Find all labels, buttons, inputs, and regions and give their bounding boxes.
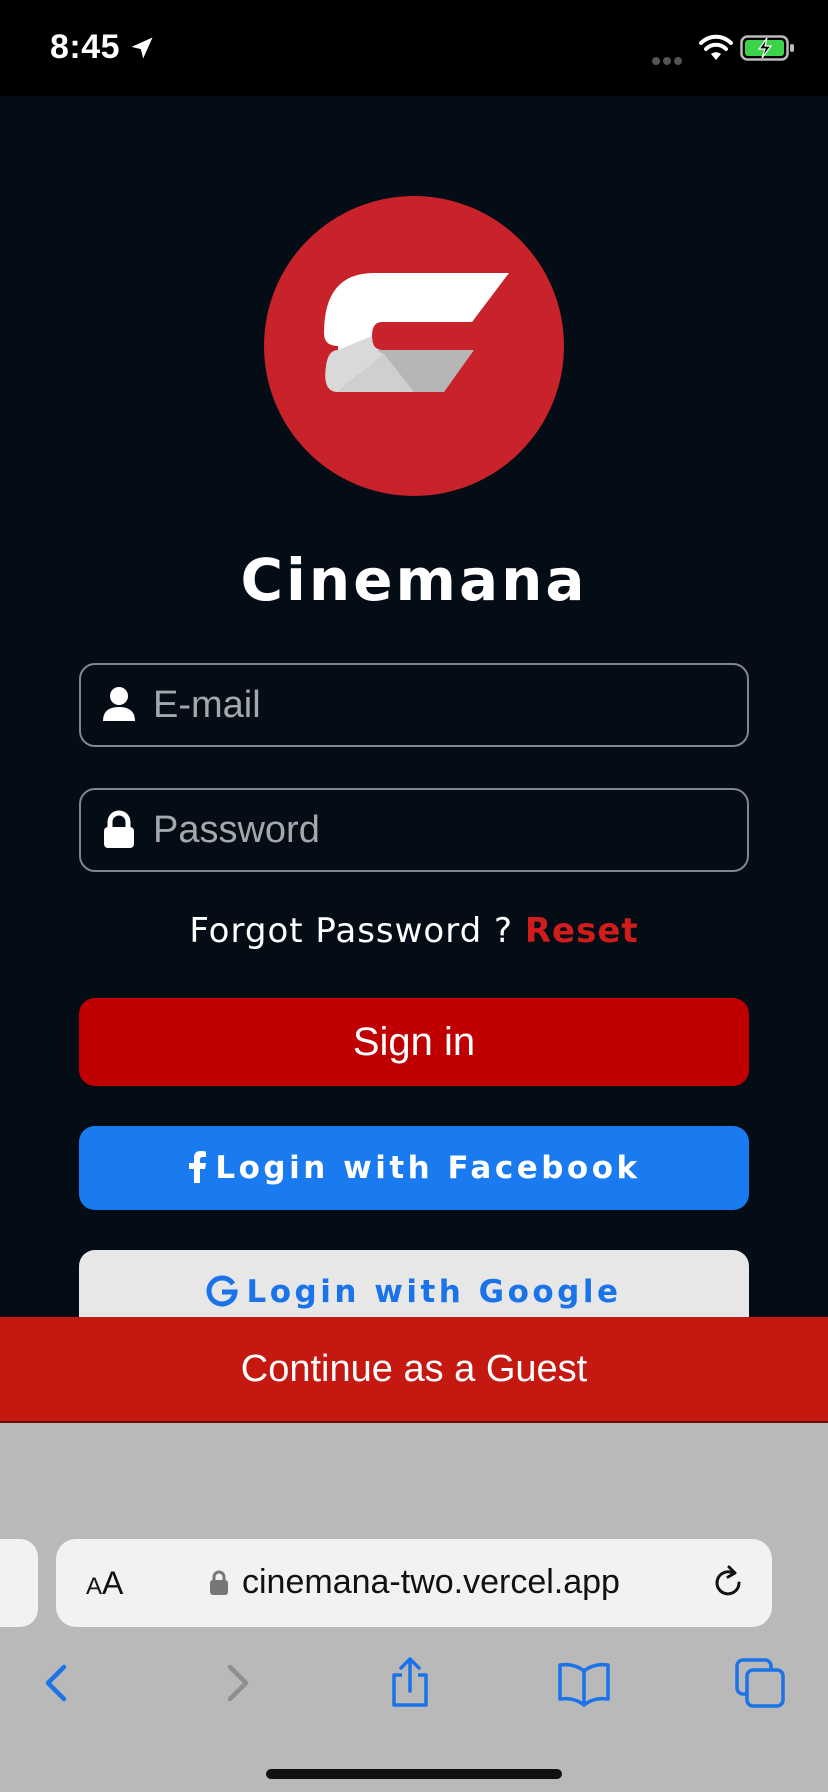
text-size-big-label: A <box>102 1565 124 1601</box>
facebook-icon <box>189 1150 207 1183</box>
brand-title: Cinemana <box>240 546 588 614</box>
continue-as-guest-button[interactable]: Continue as a Guest <box>0 1317 828 1421</box>
email-input[interactable] <box>153 665 733 745</box>
cinemana-logo-icon <box>264 196 564 496</box>
facebook-login-button[interactable]: Login with Facebook <box>79 1126 749 1210</box>
home-indicator[interactable] <box>266 1769 562 1779</box>
forgot-password-row: Forgot Password ? Reset <box>0 911 828 951</box>
login-screen: Cinemana Forgot Password ? Reset Sign in… <box>0 96 828 1413</box>
cellular-dots-icon <box>652 52 685 70</box>
wifi-icon <box>699 34 733 60</box>
forward-icon[interactable] <box>208 1655 264 1711</box>
password-input[interactable] <box>153 790 733 870</box>
lock-icon <box>210 1570 228 1595</box>
url-text: cinemana-two.vercel.app <box>242 1563 620 1601</box>
forgot-password-prompt: Forgot Password ? <box>189 911 514 951</box>
back-icon[interactable] <box>30 1655 86 1711</box>
browser-toolbar: AA cinemana-two.vercel.app <box>0 1423 828 1792</box>
status-time: 8:45 <box>50 28 121 66</box>
reset-password-link[interactable]: Reset <box>525 911 639 951</box>
email-field[interactable] <box>79 663 749 747</box>
status-bar: 8:45 <box>0 0 828 96</box>
tabs-icon[interactable] <box>732 1655 788 1711</box>
text-size-button[interactable]: AA <box>86 1565 123 1602</box>
google-icon <box>207 1275 239 1306</box>
reload-icon[interactable] <box>708 1563 748 1603</box>
google-login-label: Login with Google <box>246 1274 622 1310</box>
bookmarks-icon[interactable] <box>556 1655 612 1711</box>
location-arrow-icon <box>131 37 153 59</box>
share-icon[interactable] <box>382 1655 438 1711</box>
battery-charging-icon <box>740 35 794 61</box>
password-field[interactable] <box>79 788 749 872</box>
user-icon <box>103 687 135 721</box>
previous-tab-preview[interactable] <box>0 1539 38 1627</box>
facebook-login-label: Login with Facebook <box>215 1150 641 1186</box>
sign-in-button[interactable]: Sign in <box>79 998 749 1086</box>
text-size-small-label: A <box>86 1573 103 1600</box>
address-bar[interactable]: AA cinemana-two.vercel.app <box>56 1539 772 1627</box>
lock-icon <box>104 810 134 848</box>
